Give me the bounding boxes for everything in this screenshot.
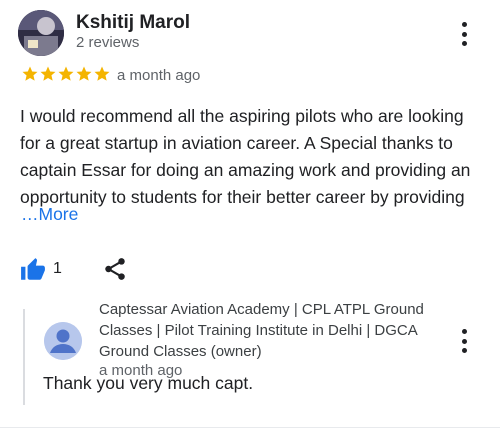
review-text: I would recommend all the aspiring pilot… (20, 106, 471, 207)
owner-avatar (44, 322, 82, 360)
star-icon (22, 66, 38, 81)
review-time: a month ago (117, 67, 201, 84)
review-more-vert-icon[interactable] (452, 19, 476, 49)
thumbs-up-icon[interactable] (20, 257, 46, 283)
reviewer-review-count: 2 reviews (76, 34, 140, 51)
star-icon (76, 66, 92, 81)
owner-response-divider (23, 309, 25, 405)
star-icon (94, 66, 110, 81)
reviewer-avatar[interactable] (18, 10, 64, 56)
rating-stars (21, 65, 111, 83)
person-icon (44, 322, 82, 360)
reviewer-photo (18, 10, 64, 56)
more-link[interactable]: …More (21, 204, 78, 225)
owner-response-more-vert-icon[interactable] (452, 326, 476, 356)
owner-response-text: Thank you very much capt. (43, 373, 254, 393)
bottom-divider (0, 427, 500, 428)
share-icon[interactable] (102, 256, 128, 282)
star-icon (58, 66, 74, 81)
star-icon (40, 66, 56, 81)
owner-name: Captessar Aviation Academy | CPL ATPL Gr… (99, 301, 424, 360)
reviewer-name[interactable]: Kshitij Marol (76, 12, 190, 34)
like-count: 1 (53, 260, 62, 277)
